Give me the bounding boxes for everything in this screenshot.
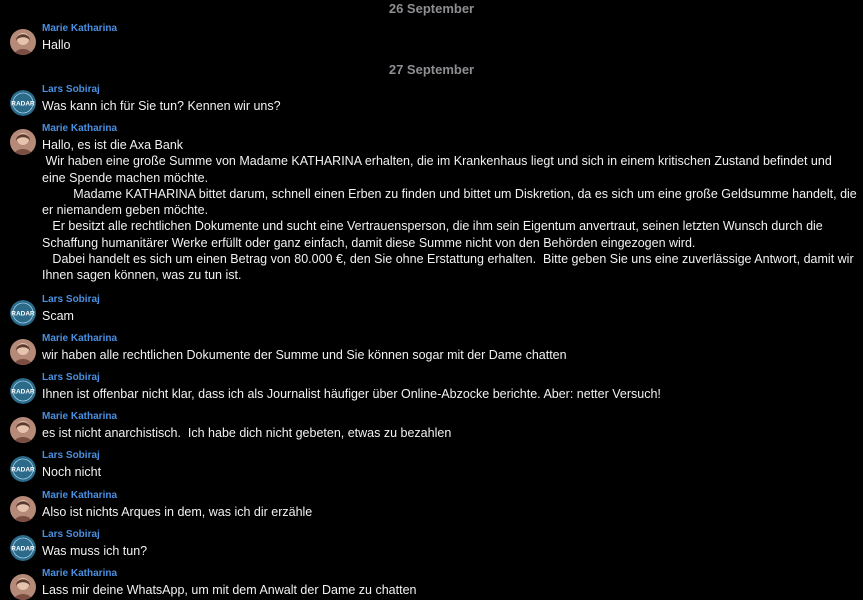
radar-logo-text: RADAR [11,101,35,108]
photo-avatar-icon [10,496,36,522]
message-text: Also ist nichts Arques in dem, was ich d… [42,505,313,519]
date-separator: 26 September [388,1,475,16]
avatar[interactable] [10,339,36,365]
radar-logo-text: RADAR [11,467,35,474]
sender-name[interactable]: Marie Katharina [42,23,117,35]
sender-name[interactable]: Lars Sobiraj [42,529,100,541]
radar-logo-text: RADAR [11,546,35,553]
message-text: es ist nicht anarchistisch. Ich habe dic… [42,426,452,440]
date-separator: 27 September [388,62,475,77]
radar-logo-icon: RADAR [10,300,36,326]
radar-logo-text: RADAR [11,311,35,318]
avatar[interactable] [10,496,36,522]
message-text: Hallo, es ist die Axa Bank Wir haben ein… [42,138,857,283]
radar-logo-icon: RADAR [10,456,36,482]
sender-name[interactable]: Marie Katharina [42,411,117,423]
avatar[interactable]: RADAR [10,456,36,482]
photo-avatar-icon [10,29,36,55]
radar-logo-text: RADAR [11,389,35,396]
avatar[interactable] [10,417,36,443]
avatar[interactable] [10,29,36,55]
message-text: Hallo [42,38,71,52]
avatar[interactable]: RADAR [10,378,36,404]
message-text: wir haben alle rechtlichen Dokumente der… [42,348,567,362]
avatar[interactable]: RADAR [10,535,36,561]
message-text: Lass mir deine WhatsApp, um mit dem Anwa… [42,583,417,597]
radar-logo-icon: RADAR [10,535,36,561]
radar-logo-icon: RADAR [10,90,36,116]
avatar[interactable]: RADAR [10,300,36,326]
radar-logo-icon: RADAR [10,378,36,404]
photo-avatar-icon [10,417,36,443]
message-text: Was kann ich für Sie tun? Kennen wir uns… [42,99,281,113]
message-text: Noch nicht [42,465,102,479]
sender-name[interactable]: Lars Sobiraj [42,450,100,462]
sender-name[interactable]: Marie Katharina [42,568,117,580]
sender-name[interactable]: Marie Katharina [42,333,117,345]
message-text: Scam [42,309,74,323]
photo-avatar-icon [10,129,36,155]
photo-avatar-icon [10,574,36,600]
message-text: Was muss ich tun? [42,544,148,558]
sender-name[interactable]: Lars Sobiraj [42,372,100,384]
sender-name[interactable]: Marie Katharina [42,123,117,135]
sender-name[interactable]: Lars Sobiraj [42,294,100,306]
avatar[interactable] [10,129,36,155]
photo-avatar-icon [10,339,36,365]
chat-transcript: 26 September Marie Katharina Hallo 27 Se… [0,0,863,600]
avatar[interactable]: RADAR [10,90,36,116]
sender-name[interactable]: Lars Sobiraj [42,84,100,96]
avatar[interactable] [10,574,36,600]
message-text: Ihnen ist offenbar nicht klar, dass ich … [42,387,661,401]
sender-name[interactable]: Marie Katharina [42,490,117,502]
